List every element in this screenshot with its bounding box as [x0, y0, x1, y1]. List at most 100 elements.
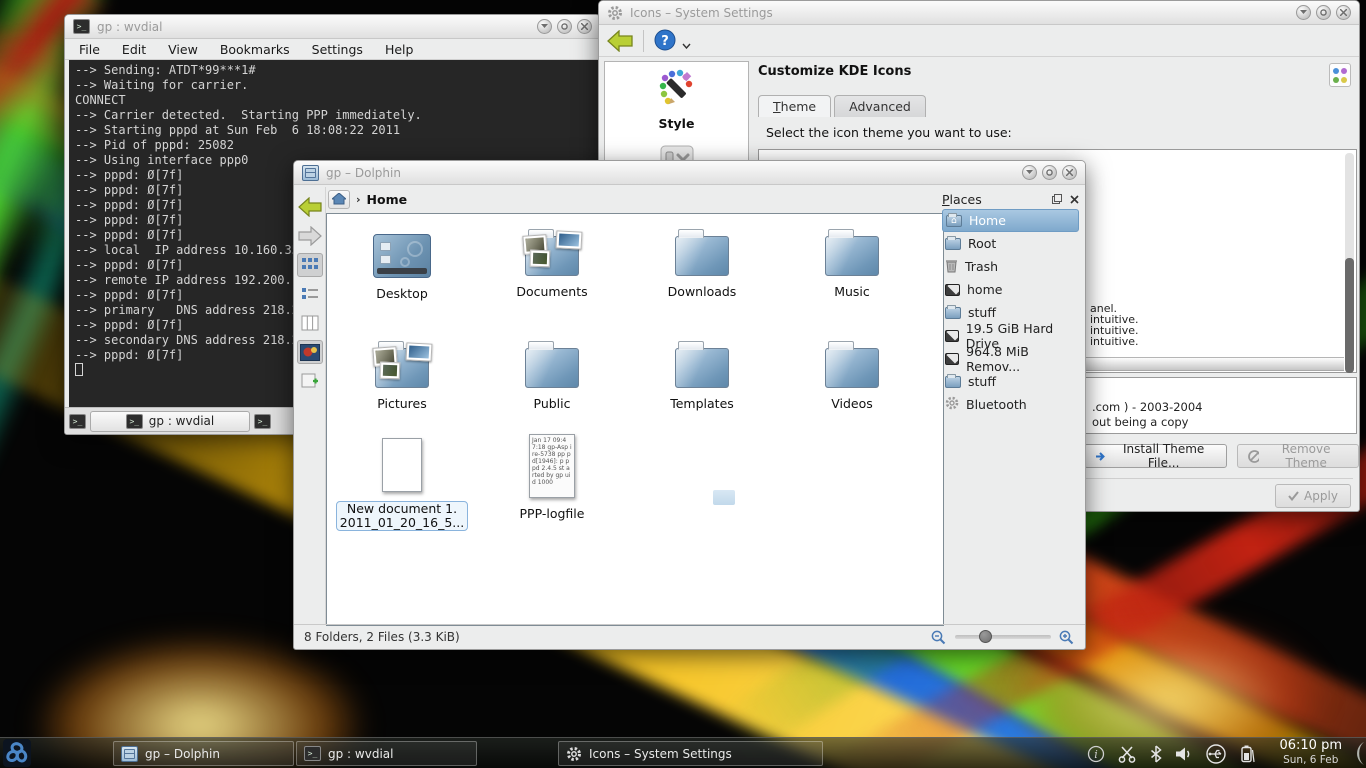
zoom-out-icon[interactable] [931, 630, 947, 645]
bluetooth-icon[interactable] [1150, 745, 1162, 763]
preview-icon [300, 344, 320, 361]
close-button[interactable] [577, 19, 592, 34]
place-label: Home [969, 213, 1006, 228]
close-button[interactable] [1336, 5, 1351, 20]
menu-item-help[interactable]: Help [385, 42, 414, 57]
scrollbar-thumb[interactable] [1345, 258, 1354, 373]
file-item-public[interactable]: Public [485, 338, 619, 411]
place-label: stuff [968, 374, 996, 389]
minimize-button[interactable] [1022, 165, 1037, 180]
bluetooth-gear-icon [945, 396, 959, 413]
menu-item-view[interactable]: View [168, 42, 198, 57]
minimize-button[interactable] [1296, 5, 1311, 20]
place-item-trash[interactable]: Trash [942, 255, 1079, 278]
file-item-documents[interactable]: Documents [485, 226, 619, 299]
taskbar: gp – Dolphin>_gp : wvdial Icons – System … [0, 737, 1366, 768]
file-item-pictures[interactable]: Pictures [335, 338, 469, 411]
panel-cashew-icon[interactable] [1344, 740, 1366, 767]
split-view-button[interactable] [297, 369, 323, 393]
file-item-music[interactable]: Music [785, 226, 919, 299]
device-notifier-usb-icon[interactable] [1206, 744, 1226, 764]
app-launcher-icon[interactable] [3, 739, 31, 767]
back-arrow-icon[interactable] [607, 30, 633, 52]
chevron-down-icon[interactable] [682, 43, 691, 49]
info-icon[interactable]: i [1087, 745, 1105, 763]
folder-icon [675, 348, 729, 388]
sidebar-item-style[interactable]: Style [659, 116, 695, 131]
dolphin-title: gp – Dolphin [326, 166, 401, 180]
file-item-ppp-logfile[interactable]: Jan 17 09:4 7:18 gp-Asp ire-5738 pp pd[1… [485, 432, 619, 521]
new-tab-icon[interactable]: >_ [254, 414, 271, 429]
menu-item-bookmarks[interactable]: Bookmarks [220, 42, 290, 57]
split-view-icon [301, 373, 319, 390]
style-icon[interactable] [655, 68, 699, 112]
breadcrumb-home[interactable]: Home [367, 192, 408, 207]
menu-item-edit[interactable]: Edit [122, 42, 146, 57]
back-button[interactable] [297, 195, 323, 219]
place-item-bluetooth[interactable]: Bluetooth [942, 393, 1079, 416]
theme-description-line: .com ) - 2003-2004 [1092, 400, 1203, 414]
settings-titlebar[interactable]: Icons – System Settings [599, 1, 1359, 25]
theme-list-scrollbar[interactable] [1345, 153, 1354, 369]
icons-view-button[interactable] [297, 253, 323, 277]
terminal-tab[interactable]: >_ gp : wvdial [90, 411, 250, 432]
close-panel-icon[interactable] [1070, 195, 1079, 204]
help-icon[interactable]: ? [654, 29, 678, 53]
float-panel-icon[interactable] [1052, 194, 1062, 204]
install-theme-button[interactable]: Install Theme File... [1084, 444, 1227, 468]
maximize-button[interactable] [1042, 165, 1057, 180]
tab-terminal-icon: >_ [126, 414, 143, 429]
icons-view-icon [301, 257, 319, 273]
breadcrumb-home-button[interactable] [328, 190, 350, 209]
klipper-scissors-icon[interactable] [1118, 745, 1137, 763]
apply-row: Apply [1275, 484, 1351, 508]
zoom-slider-handle[interactable] [979, 630, 992, 643]
tab-theme[interactable]: Theme [758, 95, 831, 117]
columns-view-button[interactable] [297, 311, 323, 335]
terminal-line: --> Carrier detected. Starting PPP immed… [75, 108, 594, 123]
forward-button[interactable] [297, 224, 323, 248]
file-item-new-document-1-[interactable]: New document 1. 2011_01_20_16_5... [335, 432, 469, 531]
folder-view[interactable]: Desktop Documents DownloadsMusic PicturesPu… [326, 213, 944, 626]
gear-icon [566, 746, 582, 762]
dolphin-titlebar[interactable]: gp – Dolphin [294, 161, 1085, 185]
battery-icon[interactable] [1239, 744, 1255, 764]
file-item-templates[interactable]: Templates [635, 338, 769, 411]
close-button[interactable] [1062, 165, 1077, 180]
file-item-label: Desktop [376, 287, 428, 301]
place-item-home[interactable]: ⌂Home [942, 209, 1079, 232]
apply-button[interactable]: Apply [1275, 484, 1351, 508]
preview-toggle-button[interactable] [297, 340, 323, 364]
place-item-964-8-mib-remov-[interactable]: 964.8 MiB Remov... [942, 347, 1079, 370]
detach-tab-icon[interactable]: >_ [69, 414, 86, 429]
task-button-gp-wvdial[interactable]: >_gp : wvdial [296, 741, 477, 766]
clock[interactable]: 06:10 pm Sun, 6 Feb [1279, 739, 1342, 767]
menu-item-file[interactable]: File [79, 42, 100, 57]
terminal-titlebar[interactable]: >_ gp : wvdial [65, 15, 600, 39]
terminal-tab-label: gp : wvdial [149, 414, 214, 428]
file-item-label: Documents [516, 285, 587, 299]
task-button-gp-dolphin[interactable]: gp – Dolphin [113, 741, 294, 766]
details-view-button[interactable] [297, 282, 323, 306]
file-item-desktop[interactable]: Desktop [335, 226, 469, 301]
tab-advanced[interactable]: Advanced [834, 95, 926, 117]
dolphin-statusbar: 8 Folders, 2 Files (3.3 KiB) [294, 624, 1085, 649]
folder-icon [825, 348, 879, 388]
folder-icon [945, 238, 961, 250]
volume-icon[interactable] [1175, 746, 1193, 762]
maximize-button[interactable] [557, 19, 572, 34]
settings-toolbar: ? [599, 25, 1359, 57]
place-item-home[interactable]: home [942, 278, 1079, 301]
minimize-button[interactable] [537, 19, 552, 34]
task-button-icons-system-settings[interactable]: Icons – System Settings [558, 741, 823, 766]
menu-item-settings[interactable]: Settings [312, 42, 363, 57]
zoom-in-icon[interactable] [1059, 630, 1075, 645]
place-item-root[interactable]: Root [942, 232, 1079, 255]
remove-theme-button[interactable]: Remove Theme [1237, 444, 1359, 468]
zoom-slider[interactable] [955, 635, 1051, 639]
maximize-button[interactable] [1316, 5, 1331, 20]
file-item-downloads[interactable]: Downloads [635, 226, 769, 299]
breadcrumb-separator: › [356, 193, 361, 206]
file-item-videos[interactable]: Videos [785, 338, 919, 411]
file-item-label: PPP-logfile [520, 507, 585, 521]
